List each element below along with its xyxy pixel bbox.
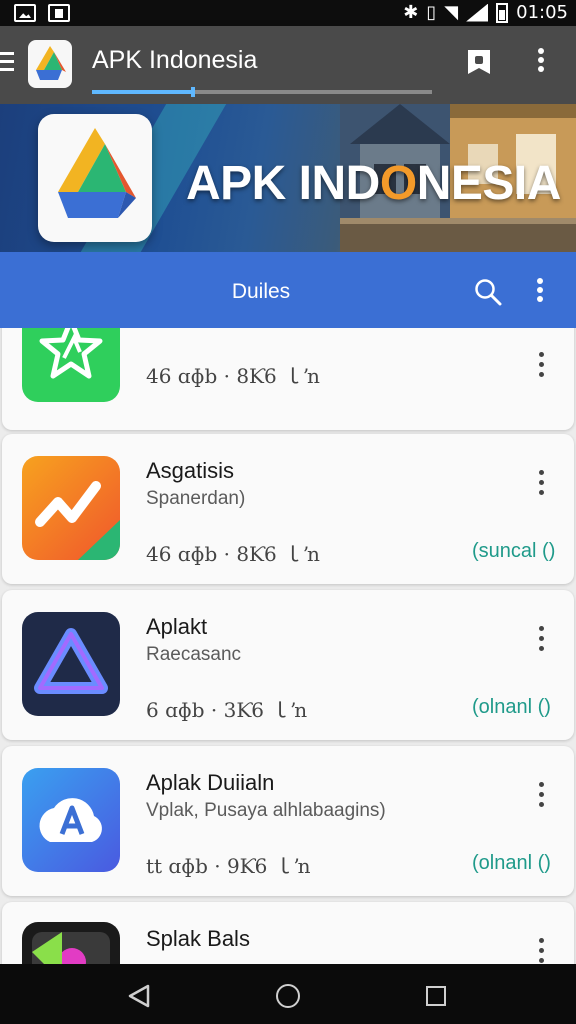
section-toolbar: Duiles: [0, 252, 576, 328]
item-action-link[interactable]: (suncal (): [472, 540, 555, 563]
hero-banner: APK INDONESIA: [0, 104, 576, 252]
app-title: APK Indonesia: [92, 46, 258, 74]
item-more-icon[interactable]: [533, 626, 549, 660]
bookmark-icon[interactable]: [466, 48, 492, 76]
overflow-menu-icon[interactable]: [530, 48, 552, 78]
banner-title: APK INDONESIA: [186, 157, 561, 210]
app-logo-icon: [28, 40, 72, 88]
list-item[interactable]: Asgatisis Spanerdan) 46 ɑɸb · 8Ƙ6 ｌŉ (su…: [2, 434, 574, 584]
item-more-icon[interactable]: [533, 782, 549, 816]
section-title: Duiles: [231, 280, 291, 303]
app-meta: tt ɑɸb · 9Ƙ6 ｌŉ: [146, 854, 312, 878]
app-meta: 46 ɑɸb · 8Ƙ6 ｌŉ: [146, 364, 321, 388]
list-item[interactable]: Aplakt Raecasanc 6 ɑɸb · 3Ƙ6 ｌŉ (olnanl …: [2, 590, 574, 740]
list-item[interactable]: Aplak Duiialn Vplak, Pusaya alhlabaagins…: [2, 746, 574, 896]
home-icon[interactable]: [276, 984, 300, 1008]
item-more-icon[interactable]: [533, 470, 549, 504]
bluetooth-icon: ✱: [403, 2, 419, 23]
item-action-link[interactable]: (olnanl (): [472, 696, 551, 719]
signal-icon: [466, 3, 489, 22]
vibrate-icon: ▯: [426, 2, 437, 23]
banner-logo-icon: [38, 114, 152, 242]
item-action-link[interactable]: (olnanl (): [472, 852, 551, 875]
app-meta: 6 ɑɸb · 3Ƙ6 ｌŉ: [146, 698, 308, 722]
document-notification-icon: [48, 4, 70, 22]
app-screen: ✱ ▯ ◥ 01:05 APK Indonesia APK INDONESIA …: [0, 0, 576, 1024]
app-icon-triangle: [22, 612, 120, 716]
app-meta: 46 ɑɸb · 8Ƙ6 ｌŉ: [146, 542, 321, 566]
app-subtitle: Raecasanc: [146, 644, 242, 665]
system-nav-bar: [0, 964, 576, 1024]
back-icon[interactable]: [128, 984, 150, 1008]
item-more-icon[interactable]: [533, 352, 549, 386]
menu-icon[interactable]: [0, 52, 14, 72]
app-icon-chart: [22, 456, 120, 560]
toolbar-more-icon[interactable]: [530, 278, 550, 308]
app-subtitle: Vplak, Pusaya alhlabaagins): [146, 800, 386, 821]
app-bar: APK Indonesia: [0, 26, 576, 104]
battery-icon: [496, 2, 509, 23]
app-subtitle: Spanerdan): [146, 488, 246, 509]
app-icon-cloud: [22, 768, 120, 872]
search-icon[interactable]: [474, 278, 502, 306]
status-time: 01:05: [516, 2, 568, 23]
loading-progress-bar: [92, 87, 432, 97]
status-bar: ✱ ▯ ◥ 01:05: [0, 0, 576, 26]
app-name: Splak Bals: [146, 926, 250, 951]
app-name: Asgatisis: [146, 458, 235, 483]
recent-apps-icon[interactable]: [426, 986, 446, 1006]
app-name: Aplakt: [146, 614, 208, 639]
app-name: Aplak Duiialn: [146, 770, 275, 795]
gallery-notification-icon: [14, 4, 36, 22]
wifi-icon: ◥: [444, 2, 459, 23]
